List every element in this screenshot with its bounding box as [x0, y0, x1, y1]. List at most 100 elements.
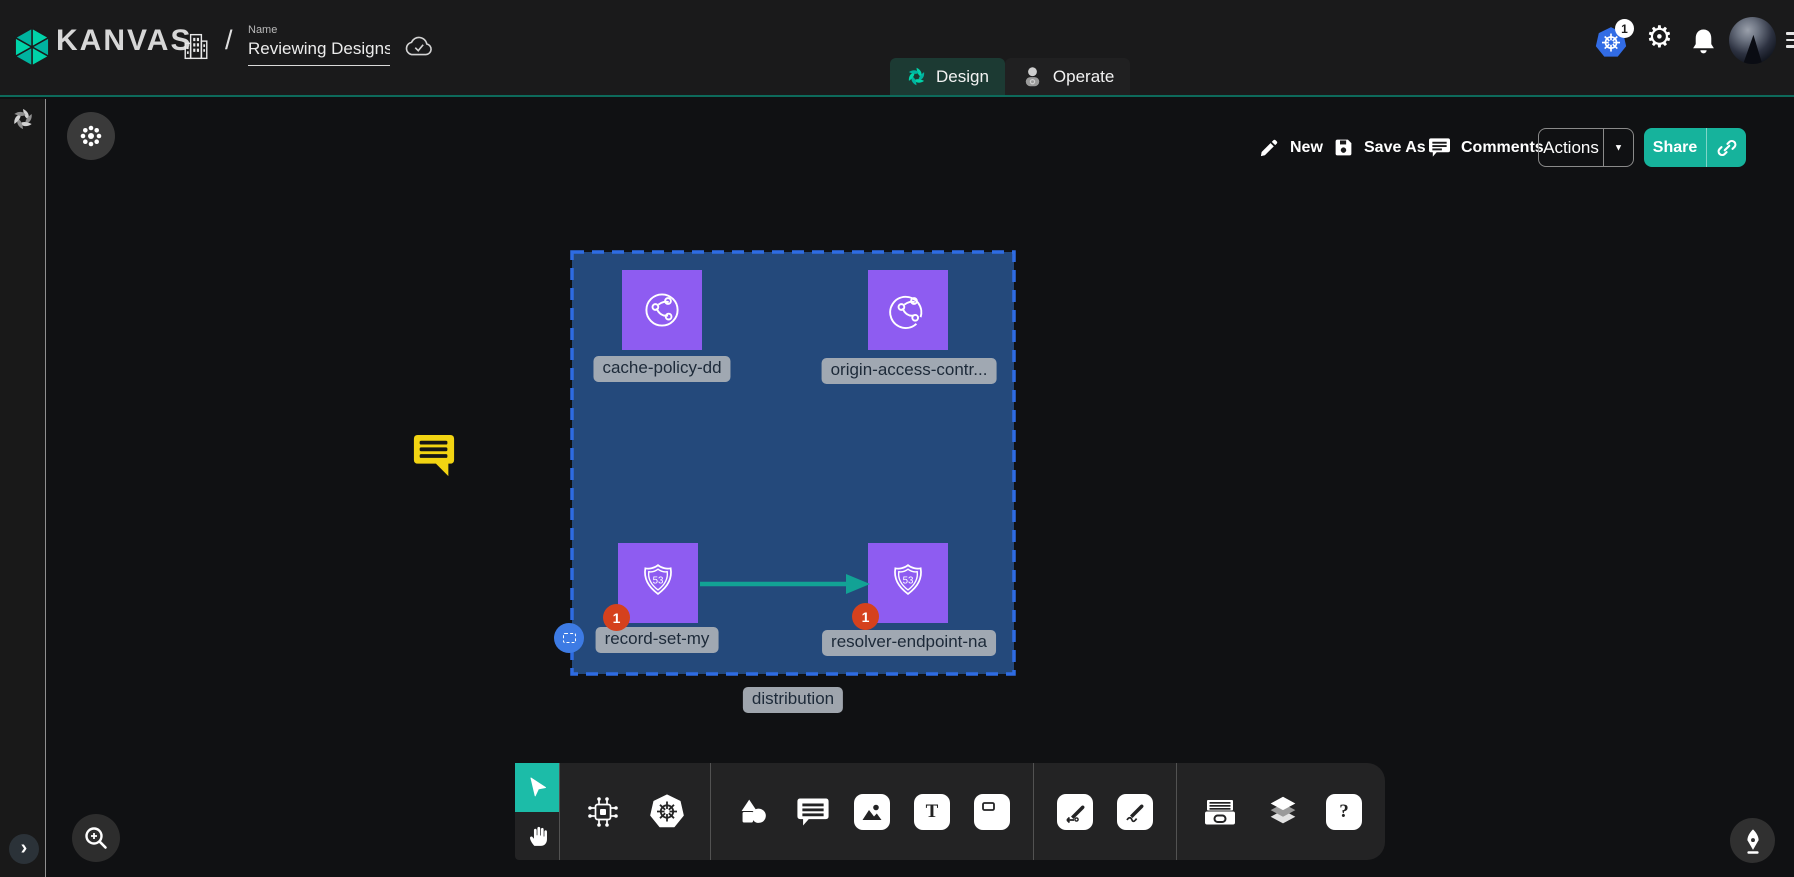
- components-circuit-tool[interactable]: [583, 792, 623, 832]
- node-label: cache-policy-dd: [593, 356, 730, 382]
- flower-gear-icon: [78, 123, 104, 149]
- user-avatar[interactable]: [1729, 17, 1776, 64]
- select-cursor-tool[interactable]: [515, 763, 559, 812]
- kubernetes-helm-icon: [647, 792, 687, 832]
- canvas-settings-button[interactable]: [67, 112, 115, 160]
- hand-icon: [525, 823, 550, 848]
- comments-label: Comments: [1461, 139, 1544, 157]
- kubernetes-tool[interactable]: [647, 792, 687, 832]
- zoom-in-button[interactable]: [72, 814, 120, 862]
- kanvas-logo-icon: [13, 26, 51, 68]
- node-cache-policy[interactable]: [622, 270, 702, 350]
- design-swirl-icon: [906, 66, 927, 87]
- workspace-building-icon[interactable]: [182, 31, 210, 62]
- magnifier-plus-icon: [82, 824, 110, 852]
- svg-text:53: 53: [903, 576, 914, 587]
- layers-icon: [1264, 793, 1302, 831]
- help-glyph: ?: [1339, 801, 1349, 823]
- pen-arrow-icon: [1063, 800, 1087, 824]
- layers-tool[interactable]: [1264, 793, 1302, 831]
- canvas-bottom-toolbar: T: [515, 763, 1385, 860]
- pen-tool-button[interactable]: [1730, 818, 1775, 863]
- share-label[interactable]: Share: [1644, 128, 1706, 167]
- edge-pen-tool[interactable]: [1057, 794, 1093, 830]
- pencil-scribble-icon: [1123, 800, 1147, 824]
- canvas-comment-marker[interactable]: [412, 432, 456, 485]
- globe-network-icon: [884, 286, 932, 334]
- actions-label[interactable]: Actions: [1539, 129, 1603, 166]
- comment-bubble-icon: [412, 432, 456, 480]
- drawer-icon: [1200, 792, 1240, 832]
- brand-title: KANVAS: [56, 24, 192, 58]
- group-selection-handle[interactable]: [554, 623, 584, 653]
- image-tool[interactable]: [854, 794, 890, 830]
- comments-icon: [1428, 137, 1451, 158]
- cursor-arrow-icon: [525, 775, 549, 799]
- pan-hand-tool[interactable]: [515, 812, 559, 861]
- design-name-field: Name: [248, 24, 390, 66]
- notifications-bell-icon[interactable]: [1690, 27, 1717, 57]
- tab-design-label: Design: [936, 67, 989, 87]
- design-name-input[interactable]: [248, 36, 390, 66]
- kanvas-app: KANVAS / Name: [0, 0, 1794, 877]
- save-as-label: Save As: [1364, 139, 1426, 157]
- help-tool[interactable]: ?: [1326, 794, 1362, 830]
- sidebar-swirl-icon[interactable]: [11, 107, 35, 131]
- kubernetes-context-badge[interactable]: 1: [1615, 19, 1634, 38]
- node-label: origin-access-contr...: [822, 358, 997, 384]
- tab-design[interactable]: Design: [890, 58, 1005, 95]
- group-label: distribution: [743, 687, 843, 713]
- design-name-label: Name: [248, 24, 390, 36]
- text-tool-glyph: T: [926, 801, 939, 823]
- link-icon: [1716, 137, 1738, 159]
- breadcrumb-separator: /: [225, 25, 233, 56]
- text-tool[interactable]: T: [914, 794, 950, 830]
- tab-operate-label: Operate: [1053, 67, 1114, 87]
- tab-operate[interactable]: Operate: [1005, 58, 1130, 95]
- comments-button[interactable]: Comments: [1428, 128, 1544, 167]
- node-record-set[interactable]: 53: [618, 543, 698, 623]
- node-label: resolver-endpoint-na: [822, 630, 996, 656]
- menu-hamburger-icon[interactable]: [1786, 32, 1794, 52]
- freehand-draw-tool[interactable]: [1117, 794, 1153, 830]
- mode-tabs: Design Operate: [890, 58, 1130, 95]
- component-tools: [560, 763, 710, 860]
- sticky-note-tool[interactable]: [974, 794, 1010, 830]
- sidebar-expand-button[interactable]: ›: [9, 834, 39, 864]
- drawer-archive-tool[interactable]: [1200, 792, 1240, 832]
- new-label: New: [1290, 139, 1323, 157]
- actions-chevron[interactable]: ▼: [1603, 129, 1633, 166]
- circuit-chip-icon: [583, 792, 623, 832]
- settings-gear-icon[interactable]: ⚙: [1646, 23, 1673, 53]
- route53-shield-icon: 53: [885, 560, 931, 606]
- node-origin-access[interactable]: [868, 270, 948, 350]
- save-as-button[interactable]: Save As: [1333, 128, 1426, 167]
- pencil-icon: [1259, 137, 1280, 158]
- svg-text:53: 53: [653, 576, 664, 587]
- utility-tools: ?: [1177, 763, 1385, 860]
- new-button[interactable]: New: [1259, 128, 1323, 167]
- copy-link-button[interactable]: [1706, 128, 1746, 167]
- node-resolver-endpoint-badge[interactable]: 1: [852, 603, 879, 630]
- image-icon: [860, 800, 884, 824]
- app-header: KANVAS / Name: [0, 0, 1794, 97]
- drawing-tools: [1034, 763, 1176, 860]
- share-button[interactable]: Share: [1644, 128, 1746, 167]
- dashed-rect-icon: [563, 633, 576, 643]
- autosave-cloud-icon: [403, 34, 435, 58]
- comment-bubble-icon: [796, 796, 830, 828]
- shapes-tool[interactable]: [734, 793, 772, 831]
- edge-record-to-resolver[interactable]: [698, 571, 872, 597]
- route53-shield-icon: 53: [635, 560, 681, 606]
- left-sidebar: ›: [0, 99, 46, 877]
- sticky-note-icon: [980, 800, 1004, 824]
- pointer-tools: [515, 763, 559, 860]
- operate-person-icon: [1021, 65, 1044, 88]
- chevron-down-icon: ▼: [1614, 142, 1623, 152]
- save-floppy-icon: [1333, 137, 1354, 158]
- node-record-set-badge[interactable]: 1: [603, 604, 630, 631]
- node-resolver-endpoint[interactable]: 53: [868, 543, 948, 623]
- annotation-tools: T: [711, 763, 1033, 860]
- actions-dropdown-button[interactable]: Actions ▼: [1538, 128, 1634, 167]
- comment-tool[interactable]: [796, 796, 830, 828]
